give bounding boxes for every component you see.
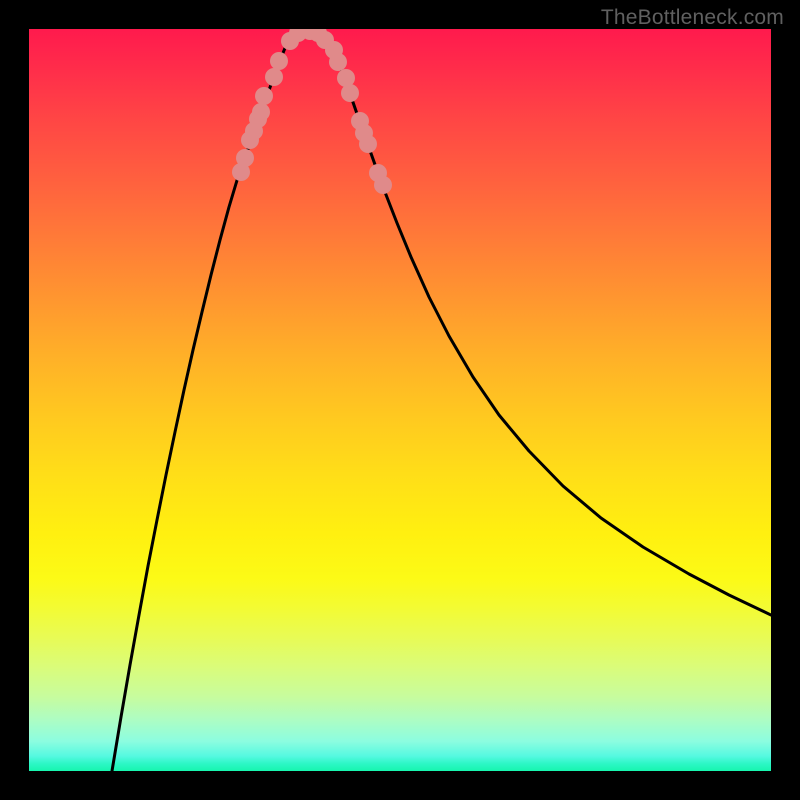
data-point <box>252 103 270 121</box>
data-point <box>270 52 288 70</box>
data-point <box>236 149 254 167</box>
plot-area <box>29 29 771 771</box>
curves-group <box>112 30 771 771</box>
data-point <box>374 176 392 194</box>
chart-frame: TheBottleneck.com <box>0 0 800 800</box>
data-point <box>341 84 359 102</box>
watermark-text: TheBottleneck.com <box>601 6 784 30</box>
data-point <box>359 135 377 153</box>
data-point <box>265 68 283 86</box>
data-point <box>329 53 347 71</box>
curve-right-branch <box>333 48 771 615</box>
points-group <box>232 29 392 194</box>
data-point <box>255 87 273 105</box>
chart-svg <box>29 29 771 771</box>
curve-left-branch <box>112 48 285 771</box>
